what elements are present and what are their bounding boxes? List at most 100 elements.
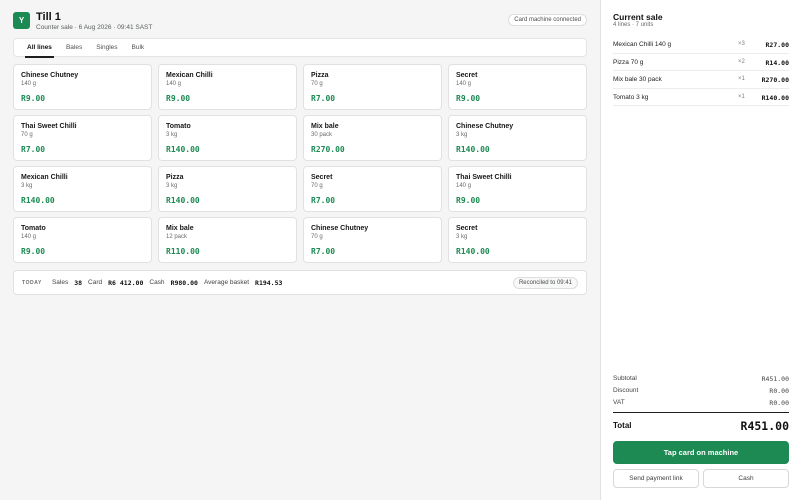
- discount-label: Discount: [613, 387, 639, 394]
- product-grid: Chinese Chutney 140 g R9.00 Mexican Chilli…: [13, 64, 587, 263]
- product-size: 3 kg: [21, 183, 33, 189]
- product-size: 70 g: [311, 183, 323, 189]
- page-subtitle: Counter sale · 6 Aug 2026 · 09:41 SAST: [36, 24, 153, 31]
- vat-row: VAT R0.00: [613, 398, 789, 410]
- summary-average-basket-value: R194.53: [255, 278, 283, 287]
- product-size: 70 g: [311, 81, 323, 87]
- cash-button[interactable]: Cash: [703, 469, 789, 488]
- product-card[interactable]: Mexican Chilli 140 g R9.00: [158, 64, 297, 110]
- product-card[interactable]: Thai Sweet Chilli 70 g R7.00: [13, 115, 152, 161]
- summary-sales-label: Sales: [51, 279, 69, 286]
- product-size: 3 kg: [166, 183, 178, 189]
- product-price: R9.00: [21, 94, 46, 103]
- sale-line-amount: R14.00: [765, 58, 789, 67]
- tab-singles[interactable]: Singles: [89, 38, 124, 57]
- product-name: Thai Sweet Chilli: [456, 174, 512, 181]
- product-card[interactable]: Pizza 70 g R7.00: [303, 64, 442, 110]
- product-size: 70 g: [311, 234, 323, 240]
- summary-average-basket-label: Average basket: [203, 279, 250, 286]
- product-size: 3 kg: [456, 132, 468, 138]
- sale-lines: Mexican Chilli 140 g ×3 R27.00 Pizza 70 …: [613, 36, 789, 106]
- product-size: 140 g: [456, 81, 472, 87]
- product-name: Tomato: [21, 225, 46, 232]
- sale-line[interactable]: Pizza 70 g ×2 R14.00: [613, 54, 789, 71]
- product-card[interactable]: Tomato 140 g R9.00: [13, 217, 152, 263]
- subtotal-value: R451.00: [761, 375, 789, 383]
- product-name: Thai Sweet Chilli: [21, 123, 77, 130]
- summary-sales-value: 38: [74, 278, 83, 287]
- discount-value: R0.00: [769, 387, 789, 395]
- sale-line[interactable]: Mix bale 30 pack ×1 R270.00: [613, 71, 789, 89]
- product-name: Mix bale: [311, 123, 339, 130]
- tab-all-lines[interactable]: All lines: [20, 38, 59, 58]
- product-card[interactable]: Mix bale 12 pack R110.00: [158, 217, 297, 263]
- product-size: 140 g: [166, 81, 182, 87]
- sale-line-name: Mix bale 30 pack: [613, 76, 662, 83]
- product-card[interactable]: Chinese Chutney 70 g R7.00: [303, 217, 442, 263]
- page-header: Y Till 1 Counter sale · 6 Aug 2026 · 09:…: [13, 11, 587, 33]
- product-size: 12 pack: [166, 234, 188, 240]
- product-price: R9.00: [456, 94, 481, 103]
- product-price: R7.00: [21, 145, 46, 154]
- tap-card-button[interactable]: Tap card on machine: [613, 441, 789, 464]
- product-card[interactable]: Secret 70 g R7.00: [303, 166, 442, 212]
- product-size: 3 kg: [166, 132, 178, 138]
- reconciled-badge: Reconciled to 09:41: [512, 277, 578, 289]
- product-card[interactable]: Chinese Chutney 3 kg R140.00: [448, 115, 587, 161]
- summary-cash-value: R980.00: [170, 278, 198, 287]
- sale-line-name: Tomato 3 kg: [613, 93, 649, 101]
- summary-card-label: Card: [88, 279, 103, 286]
- sale-subtitle: 4 lines · 7 units: [613, 22, 654, 28]
- product-size: 3 kg: [456, 234, 468, 240]
- subtotal-row: Subtotal R451.00: [613, 374, 789, 386]
- sale-line-qty: ×2: [738, 58, 745, 65]
- sale-line[interactable]: Mexican Chilli 140 g ×3 R27.00: [613, 36, 789, 54]
- total-value: R451.00: [740, 419, 789, 433]
- sale-line-name: Mexican Chilli 140 g: [613, 41, 672, 48]
- product-name: Mix bale: [166, 225, 194, 232]
- product-price: R140.00: [166, 145, 200, 154]
- product-price: R140.00: [456, 145, 490, 154]
- product-name: Tomato: [166, 123, 191, 130]
- sale-totals: Subtotal R451.00 Discount R0.00 VAT R0.0…: [613, 374, 789, 410]
- product-name: Pizza: [311, 72, 329, 79]
- product-card[interactable]: Mexican Chilli 3 kg R140.00: [13, 166, 152, 212]
- product-price: R7.00: [311, 247, 336, 256]
- page-title: Till 1: [36, 11, 61, 23]
- product-size: 30 pack: [311, 132, 333, 138]
- product-price: R270.00: [311, 145, 345, 154]
- product-name: Chinese Chutney: [311, 225, 369, 232]
- tab-bales[interactable]: Bales: [59, 38, 89, 57]
- sale-line-qty: ×1: [738, 76, 745, 82]
- product-card[interactable]: Secret 140 g R9.00: [448, 64, 587, 110]
- product-card[interactable]: Mix bale 30 pack R270.00: [303, 115, 442, 161]
- product-name: Chinese Chutney: [21, 72, 79, 79]
- send-payment-link-button[interactable]: Send payment link: [613, 469, 699, 488]
- filter-tabs: All lines Bales Singles Bulk: [13, 38, 587, 58]
- sale-line-qty: ×1: [738, 93, 745, 100]
- product-price: R7.00: [311, 196, 336, 205]
- summary-period-label: TODAY: [22, 279, 42, 286]
- store-avatar: Y: [13, 12, 30, 29]
- sale-line[interactable]: Tomato 3 kg ×1 R140.00: [613, 89, 789, 106]
- sale-title: Current sale: [613, 12, 663, 22]
- product-price: R140.00: [21, 196, 55, 205]
- product-card[interactable]: Pizza 3 kg R140.00: [158, 166, 297, 212]
- product-card[interactable]: Secret 3 kg R140.00: [448, 217, 587, 263]
- product-name: Mexican Chilli: [21, 174, 68, 181]
- product-card[interactable]: Tomato 3 kg R140.00: [158, 115, 297, 161]
- product-price: R9.00: [456, 196, 481, 205]
- product-card[interactable]: Chinese Chutney 140 g R9.00: [13, 64, 152, 110]
- sale-line-amount: R140.00: [761, 93, 789, 102]
- product-price: R9.00: [166, 94, 191, 103]
- total-row: Total R451.00: [613, 412, 789, 434]
- product-name: Mexican Chilli: [166, 72, 213, 79]
- sale-line-name: Pizza 70 g: [613, 58, 644, 66]
- tab-bulk[interactable]: Bulk: [125, 38, 152, 57]
- vat-value: R0.00: [769, 399, 789, 407]
- sale-line-amount: R270.00: [761, 76, 789, 84]
- card-machine-status-badge: Card machine connected: [508, 14, 587, 26]
- product-card[interactable]: Thai Sweet Chilli 140 g R9.00: [448, 166, 587, 212]
- sale-line-amount: R27.00: [765, 41, 789, 49]
- product-price: R7.00: [311, 94, 336, 103]
